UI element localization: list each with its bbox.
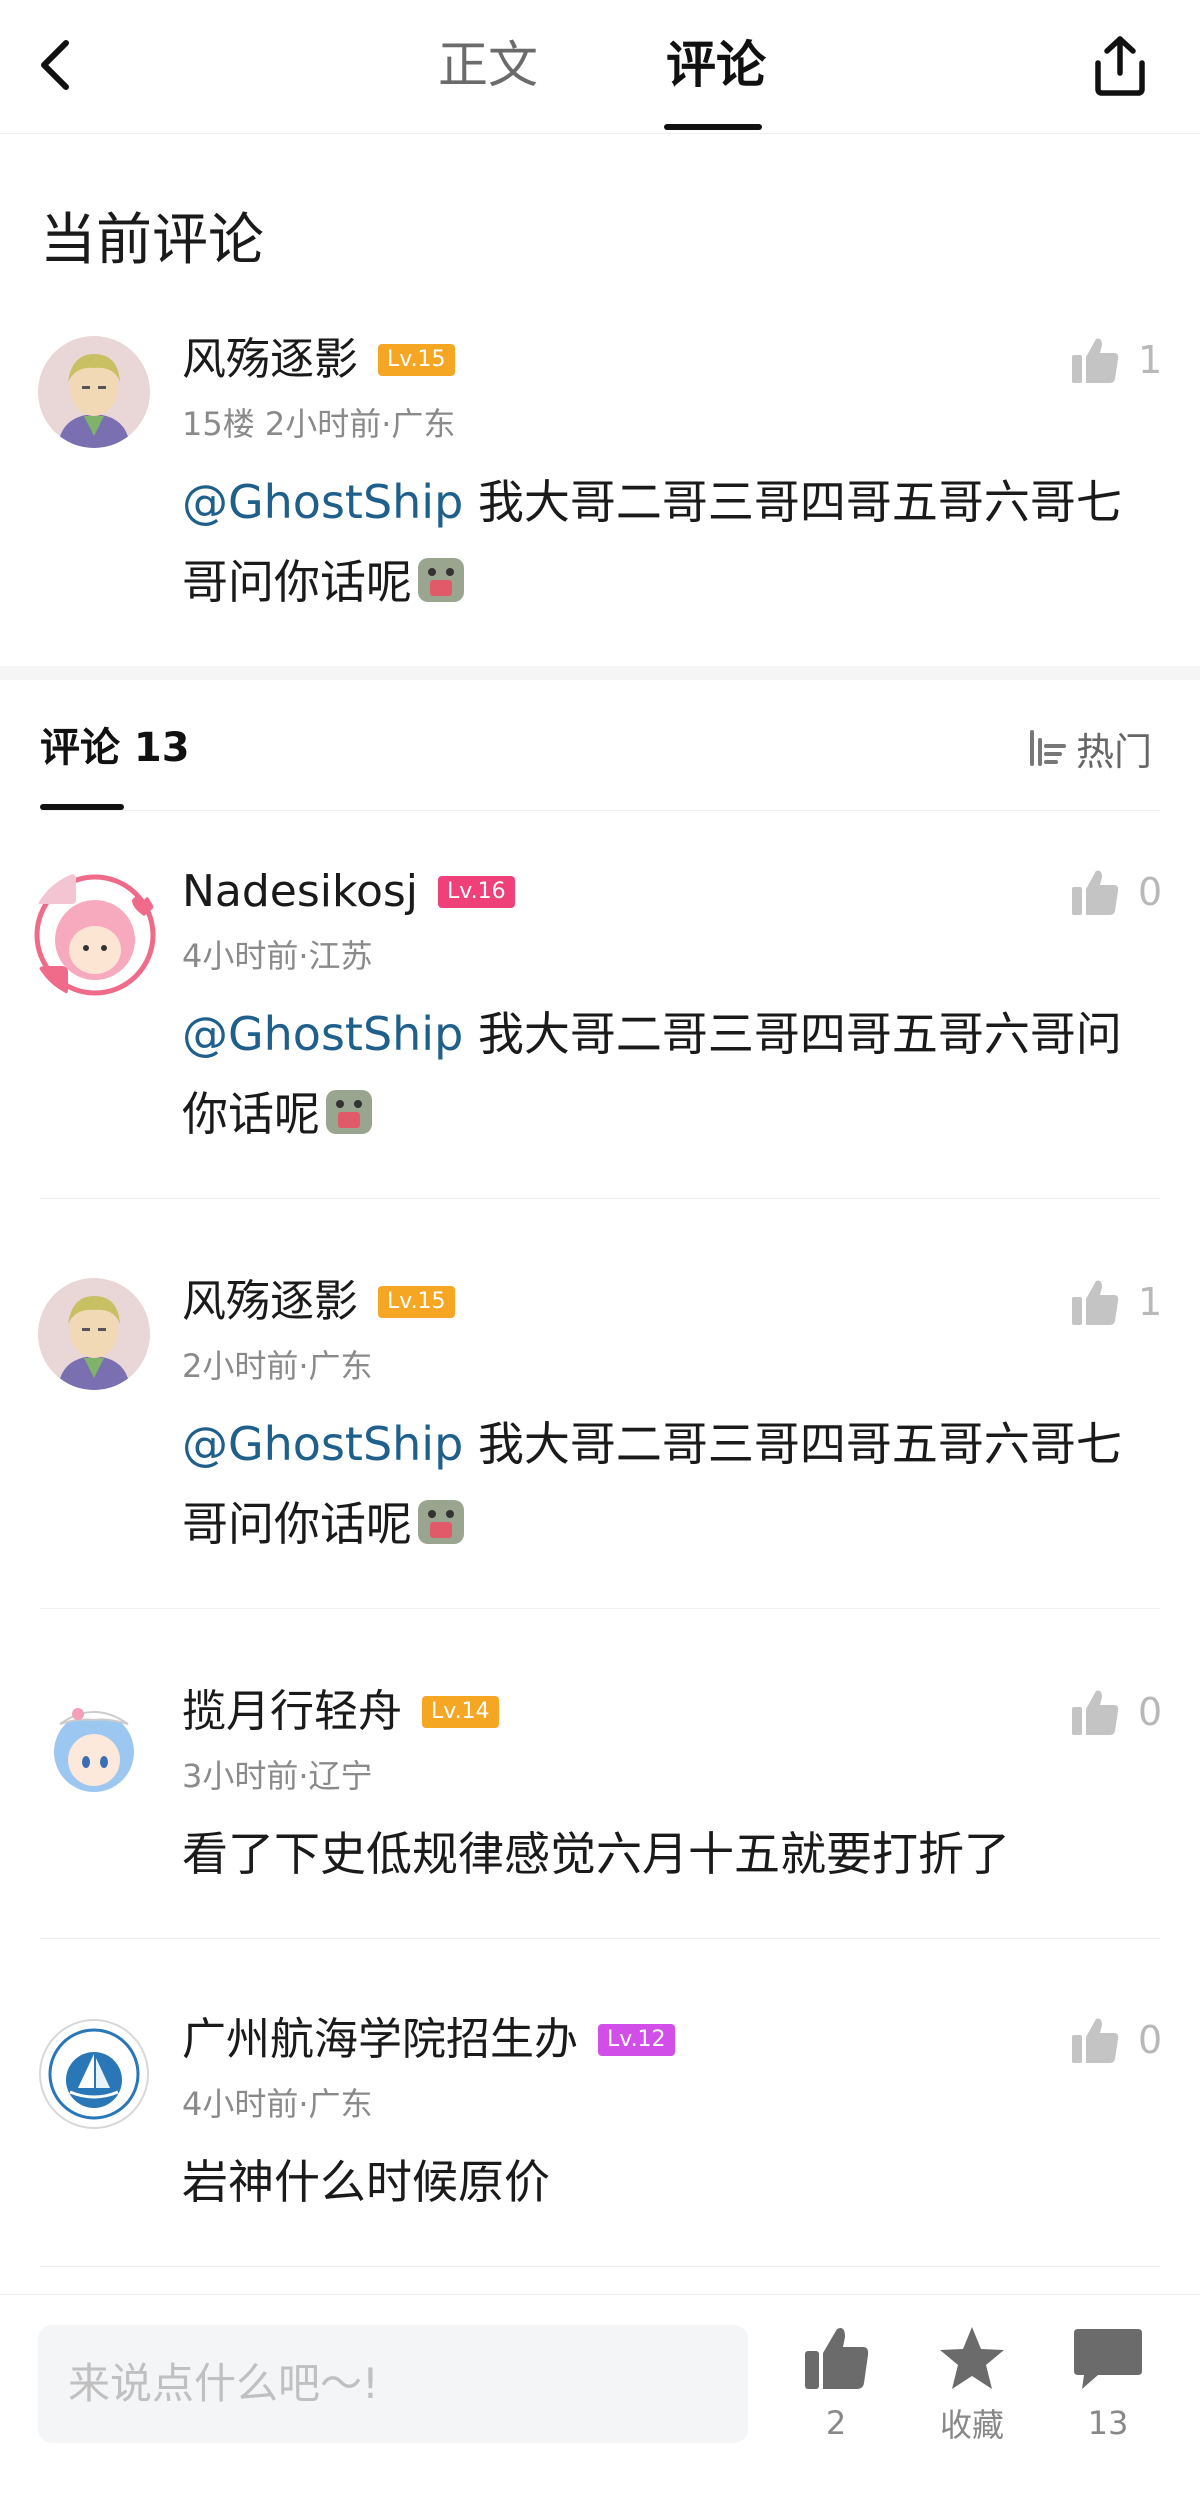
comment-text: @GhostShip 我大哥二哥三哥四哥五哥六哥问你话呢 <box>182 994 1162 1154</box>
comment-bubble-icon <box>1074 2329 1142 2389</box>
level-badge: Lv.14 <box>422 1696 499 1728</box>
thumbs-up-icon <box>1072 1690 1119 1735</box>
thumbs-up-icon <box>805 2328 869 2389</box>
back-button[interactable] <box>36 30 96 100</box>
chevron-left-icon <box>41 40 69 90</box>
divider <box>40 1608 1160 1609</box>
thumbs-up-icon <box>1072 338 1119 383</box>
comment-text: 岩神什么时候原价 <box>182 2142 1162 2222</box>
comment-count: 13 <box>1087 2404 1129 2442</box>
comment-meta: 4小时前·广东 <box>182 2085 373 2123</box>
comment-text: @GhostShip 我大哥二哥三哥四哥五哥六哥七哥问你话呢 <box>182 1404 1162 1564</box>
zombie-emoji-icon <box>418 558 464 602</box>
zombie-emoji-icon <box>418 1500 464 1544</box>
star-icon <box>940 2327 1004 2389</box>
username[interactable]: 揽月行轻舟 <box>182 1682 402 1742</box>
like-count: 1 <box>1138 1280 1163 1324</box>
active-tab-indicator <box>664 124 762 130</box>
username-row: 广州航海学院招生办 Lv.12 <box>182 2010 675 2070</box>
page: 正文 评论 当前评论 风殇逐影 Lv.15 1 15楼 2小时前·广东 @Gho… <box>0 0 1200 2515</box>
top-nav-bar: 正文 评论 <box>0 0 1200 134</box>
comment-list-title[interactable]: 评论 13 <box>40 720 190 776</box>
avatar[interactable] <box>30 870 160 1000</box>
level-badge: Lv.12 <box>598 2024 675 2056</box>
like-count: 0 <box>1138 870 1163 914</box>
comment-count-button[interactable]: 13 <box>1048 2323 1168 2443</box>
tab-comments[interactable]: 评论 <box>666 30 766 100</box>
avatar[interactable] <box>38 1690 150 1802</box>
like-post-button[interactable]: 2 <box>776 2323 896 2443</box>
divider <box>40 2266 1160 2267</box>
thumbs-up-icon <box>1072 1280 1119 1325</box>
like-button[interactable]: 0 <box>1070 1682 1162 1742</box>
like-count: 0 <box>1138 1690 1163 1734</box>
username-row: 风殇逐影 Lv.15 <box>182 330 455 390</box>
favorite-button[interactable]: 收藏 <box>912 2323 1032 2445</box>
favorite-label: 收藏 <box>939 2406 1004 2444</box>
tab-body[interactable]: 正文 <box>438 30 538 100</box>
like-button[interactable]: 0 <box>1070 2010 1162 2070</box>
username[interactable]: 广州航海学院招生办 <box>182 2010 578 2070</box>
share-icon <box>1095 36 1145 96</box>
share-button[interactable] <box>1088 30 1152 100</box>
comment-meta: 4小时前·江苏 <box>182 937 373 975</box>
comment-meta: 3小时前·辽宁 <box>182 1757 373 1795</box>
like-count: 1 <box>1138 338 1163 382</box>
comment-meta: 2小时前·广东 <box>182 1347 373 1385</box>
level-badge: Lv.15 <box>378 344 455 376</box>
sort-icon <box>1030 730 1066 766</box>
comment-input[interactable]: 来说点什么吧～! <box>38 2325 748 2443</box>
divider <box>40 1198 1160 1199</box>
sort-label: 热门 <box>1076 729 1153 774</box>
comment-meta: 15楼 2小时前·广东 <box>182 405 456 443</box>
username-row: Nadesikosj Lv.16 <box>182 862 515 922</box>
avatar[interactable] <box>38 1278 150 1390</box>
sort-toggle[interactable]: 热门 <box>1024 720 1152 776</box>
divider <box>40 1938 1160 1939</box>
comment-text: @GhostShip 我大哥二哥三哥四哥五哥六哥七哥问你话呢 <box>182 462 1162 622</box>
username-row: 揽月行轻舟 Lv.14 <box>182 1682 499 1742</box>
username-row: 风殇逐影 Lv.15 <box>182 1272 455 1332</box>
like-count: 0 <box>1138 2018 1163 2062</box>
username[interactable]: 风殇逐影 <box>182 330 358 390</box>
username[interactable]: 风殇逐影 <box>182 1272 358 1332</box>
mention-link[interactable]: @GhostShip <box>182 1417 463 1471</box>
avatar[interactable] <box>38 336 150 448</box>
zombie-emoji-icon <box>326 1090 372 1134</box>
divider <box>40 810 1160 811</box>
like-button[interactable]: 0 <box>1070 862 1162 922</box>
mention-link[interactable]: @GhostShip <box>182 475 463 529</box>
thumbs-up-icon <box>1072 2018 1119 2063</box>
comment-body: 岩神什么时候原价 <box>182 2155 550 2209</box>
comment-body: 看了下史低规律感觉六月十五就要打折了 <box>182 1827 1010 1881</box>
level-badge: Lv.16 <box>438 876 515 908</box>
level-badge: Lv.15 <box>378 1286 455 1318</box>
like-count: 2 <box>825 2404 847 2442</box>
section-separator <box>0 666 1200 680</box>
avatar[interactable] <box>38 2018 150 2130</box>
bottom-action-bar: 来说点什么吧～! 2 收藏 13 <box>0 2294 1200 2515</box>
thumbs-up-icon <box>1072 870 1119 915</box>
comment-text: 看了下史低规律感觉六月十五就要打折了 <box>182 1814 1162 1894</box>
like-button[interactable]: 1 <box>1070 330 1162 390</box>
like-button[interactable]: 1 <box>1070 1272 1162 1332</box>
mention-link[interactable]: @GhostShip <box>182 1007 463 1061</box>
current-comment-heading: 当前评论 <box>40 208 264 273</box>
username[interactable]: Nadesikosj <box>182 862 418 922</box>
